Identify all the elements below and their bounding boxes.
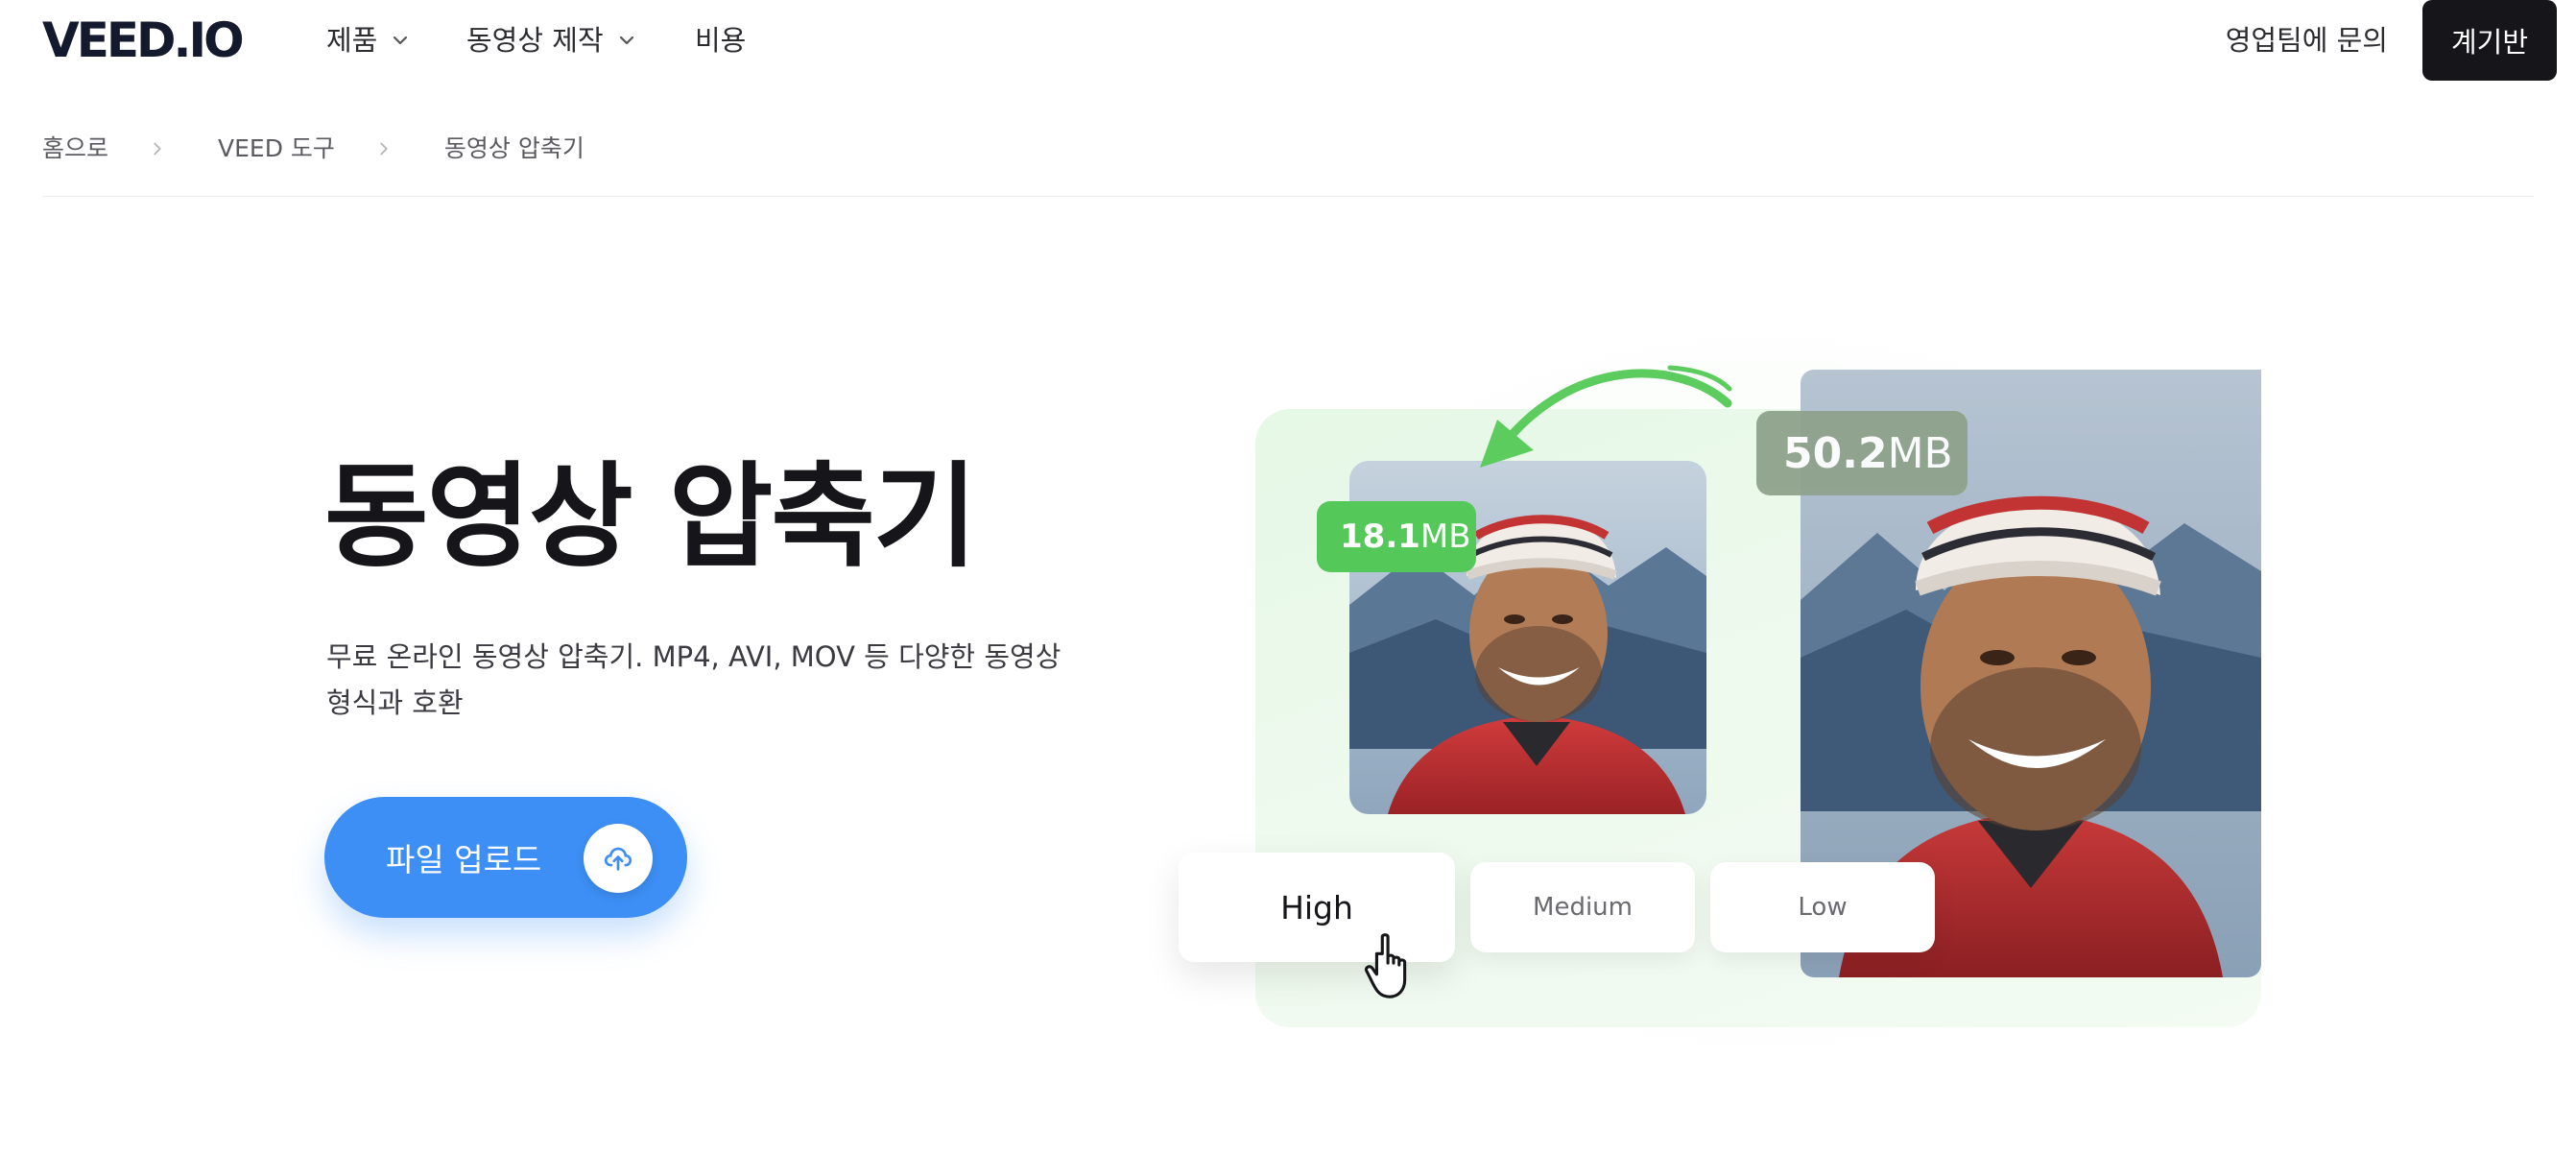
nav-item-products[interactable]: 제품 <box>326 21 412 60</box>
veed-logo[interactable]: VEED.IO <box>42 13 245 67</box>
chevron-right-icon <box>380 142 388 156</box>
nav-item-label: 비용 <box>695 24 747 57</box>
curved-arrow-icon <box>1480 365 1732 468</box>
page-title: 동영상 압축기 <box>324 450 977 583</box>
dashboard-button[interactable]: 계기반 <box>2422 0 2557 81</box>
original-size-badge: 50.2 MB <box>1756 411 1968 495</box>
nav-item-label: 동영상 제작 <box>466 24 604 57</box>
chevron-down-icon <box>394 36 408 45</box>
upload-button-label: 파일 업로드 <box>386 841 542 878</box>
nav-item-pricing[interactable]: 비용 <box>695 21 746 60</box>
quality-option-medium[interactable]: Medium <box>1470 862 1695 952</box>
original-size-value: 50.2 <box>1783 428 1888 478</box>
breadcrumb-current: 동영상 압축기 <box>443 134 584 162</box>
breadcrumb: 홈으로 VEED 도구 동영상 압축기 <box>42 132 584 166</box>
top-navigation: VEED.IO 제품 동영상 제작 비용 영업팀에 문의 계기반 <box>0 0 2576 83</box>
upload-cloud-icon <box>584 824 653 893</box>
chevron-right-icon <box>154 142 161 156</box>
contact-sales-link[interactable]: 영업팀에 문의 <box>2226 21 2388 60</box>
compressed-size-unit: MB <box>1419 517 1471 556</box>
breadcrumb-veed-tools[interactable]: VEED 도구 <box>218 132 335 166</box>
nav-item-label: 제품 <box>326 24 378 57</box>
quality-option-low[interactable]: Low <box>1710 862 1935 952</box>
compressed-size-badge: 18.1 MB <box>1317 501 1476 572</box>
compressed-size-value: 18.1 <box>1340 517 1420 556</box>
hand-pointer-icon <box>1364 933 1407 999</box>
nav-item-video-create[interactable]: 동영상 제작 <box>466 21 638 60</box>
page-subtitle: 무료 온라인 동영상 압축기. MP4, AVI, MOV 등 다양한 동영상 … <box>326 640 1061 719</box>
header-divider <box>42 196 2534 197</box>
original-size-unit: MB <box>1887 428 1953 478</box>
chevron-down-icon <box>619 36 633 45</box>
breadcrumb-home[interactable]: 홈으로 <box>42 132 108 166</box>
upload-file-button[interactable]: 파일 업로드 <box>324 797 687 918</box>
